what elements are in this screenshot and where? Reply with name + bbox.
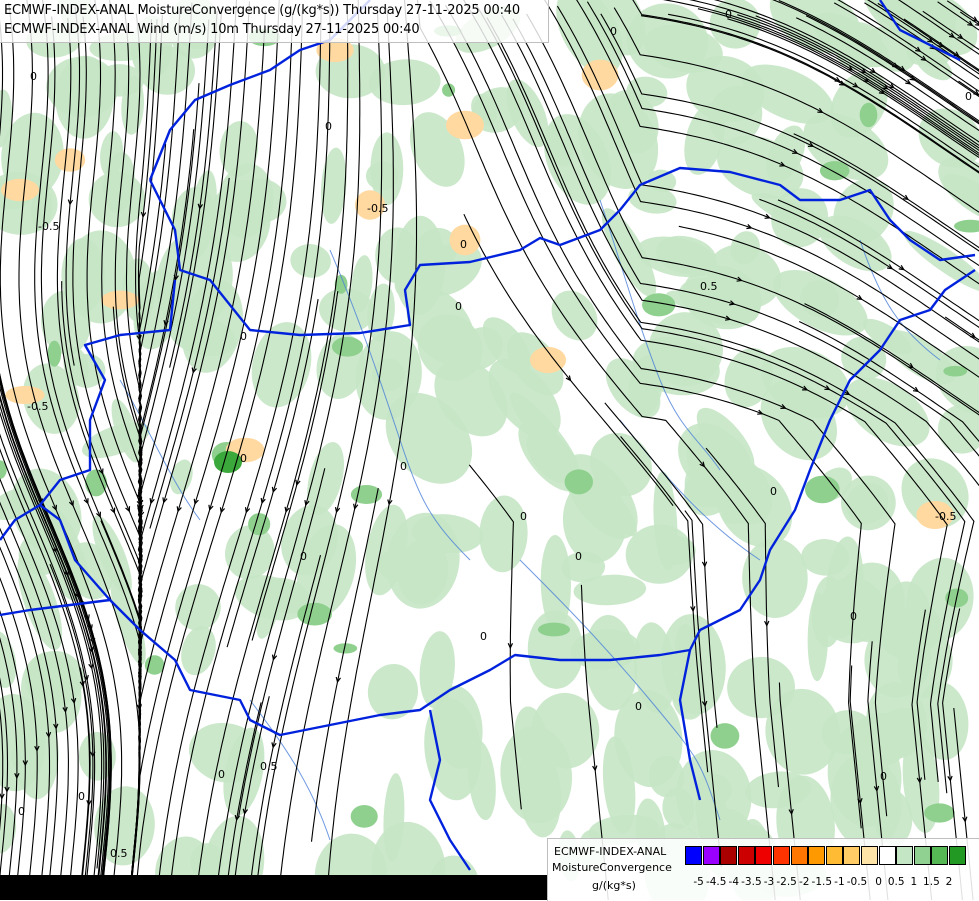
- legend-swatch: [773, 846, 790, 865]
- legend-tick: 1: [910, 876, 917, 888]
- contour-label: 0: [460, 238, 467, 251]
- legend-tick: 1.5: [923, 876, 940, 888]
- moisture-title: ECMWF-INDEX-ANAL MoistureConvergence (g/…: [4, 3, 520, 18]
- legend-tick: 0.5: [888, 876, 905, 888]
- legend-swatch: [826, 846, 843, 865]
- strong-convergence-area: [943, 366, 967, 377]
- legend-swatch: [791, 846, 808, 865]
- contour-label: -0.5: [935, 510, 956, 523]
- legend-tick: -3.5: [741, 876, 762, 888]
- legend-tick: -2.5: [776, 876, 797, 888]
- contour-label: 0: [300, 550, 307, 563]
- contour-label: 0: [770, 485, 777, 498]
- convergence-area: [742, 538, 808, 618]
- strong-convergence-area: [924, 803, 955, 822]
- legend-swatch: [879, 846, 896, 865]
- legend-swatch: [738, 846, 755, 865]
- strong-convergence-area: [248, 513, 270, 535]
- contour-label: 0: [965, 90, 972, 103]
- legend-tick: 0: [875, 876, 882, 888]
- bottom-bar: [0, 875, 547, 900]
- strong-convergence-area: [85, 469, 107, 496]
- legend-unit: g/(kg*s): [592, 879, 636, 892]
- strong-convergence-area: [351, 805, 378, 828]
- legend-swatch: [914, 846, 931, 865]
- strong-convergence-area: [332, 337, 363, 357]
- contour-label: 0: [218, 768, 225, 781]
- contour-label: -0.5: [367, 202, 388, 215]
- strong-convergence-area: [805, 476, 840, 504]
- wind-title: ECMWF-INDEX-ANAL Wind (m/s) 10m Thursday…: [4, 22, 419, 37]
- contour-label: 0: [78, 790, 85, 803]
- contour-label: 0: [240, 452, 247, 465]
- legend-tick: -1.5: [812, 876, 833, 888]
- strong-convergence-area: [145, 655, 165, 674]
- legend-tick: -1: [834, 876, 844, 888]
- contour-label: 0.5: [110, 847, 128, 860]
- weather-map: 00-0.500-0.50-0.500-0.5000000.500000.500…: [0, 0, 979, 900]
- contour-label: -0.5: [27, 400, 48, 413]
- legend-tick: -3: [764, 876, 774, 888]
- contour-label: 0: [880, 770, 887, 783]
- legend-model: ECMWF-INDEX-ANAL: [554, 845, 666, 858]
- legend-swatch: [808, 846, 825, 865]
- contour-label: 0: [635, 700, 642, 713]
- legend-swatch: [949, 846, 966, 865]
- contour-label: 0.5: [260, 760, 278, 773]
- legend-tick: 2: [946, 876, 953, 888]
- divergence-area: [446, 111, 484, 140]
- legend-tick: -2: [799, 876, 809, 888]
- strong-convergence-area: [538, 623, 570, 637]
- contour-label: 0: [480, 630, 487, 643]
- color-legend: ECMWF-INDEX-ANAL MoistureConvergence g/(…: [547, 838, 979, 901]
- legend-swatch: [861, 846, 878, 865]
- contour-label: 0: [30, 70, 37, 83]
- strong-convergence-area: [565, 469, 593, 494]
- legend-swatch: [843, 846, 860, 865]
- map-title-box: ECMWF-INDEX-ANAL MoistureConvergence (g/…: [0, 0, 549, 43]
- legend-swatch: [755, 846, 772, 865]
- legend-swatch: [685, 846, 702, 865]
- legend-swatch: [703, 846, 720, 865]
- legend-swatch: [720, 846, 737, 865]
- legend-tick: -4.5: [706, 876, 727, 888]
- contour-label: -0.5: [38, 220, 59, 233]
- contour-label: 0: [240, 330, 247, 343]
- legend-tick: -4: [729, 876, 739, 888]
- strong-convergence-area: [860, 103, 878, 127]
- legend-swatch: [931, 846, 948, 865]
- contour-label: 0: [400, 460, 407, 473]
- contour-label: 0: [325, 120, 332, 133]
- strong-convergence-area: [214, 451, 242, 473]
- strong-convergence-area: [710, 723, 739, 749]
- legend-variable: MoistureConvergence: [552, 861, 672, 874]
- contour-label: 0: [575, 550, 582, 563]
- legend-swatch: [896, 846, 913, 865]
- strong-convergence-area: [48, 341, 61, 367]
- legend-tick: -0.5: [847, 876, 868, 888]
- contour-label: 0.5: [700, 280, 718, 293]
- contour-label: 0: [520, 510, 527, 523]
- contour-label: 0: [18, 805, 25, 818]
- divergence-area: [101, 291, 139, 310]
- contour-label: 0: [725, 8, 732, 21]
- divergence-area: [530, 347, 566, 373]
- contour-label: 0: [850, 610, 857, 623]
- contour-label: 0: [455, 300, 462, 313]
- divergence-area: [582, 60, 619, 91]
- contour-label: 0: [610, 25, 617, 38]
- legend-tick: -5: [693, 876, 703, 888]
